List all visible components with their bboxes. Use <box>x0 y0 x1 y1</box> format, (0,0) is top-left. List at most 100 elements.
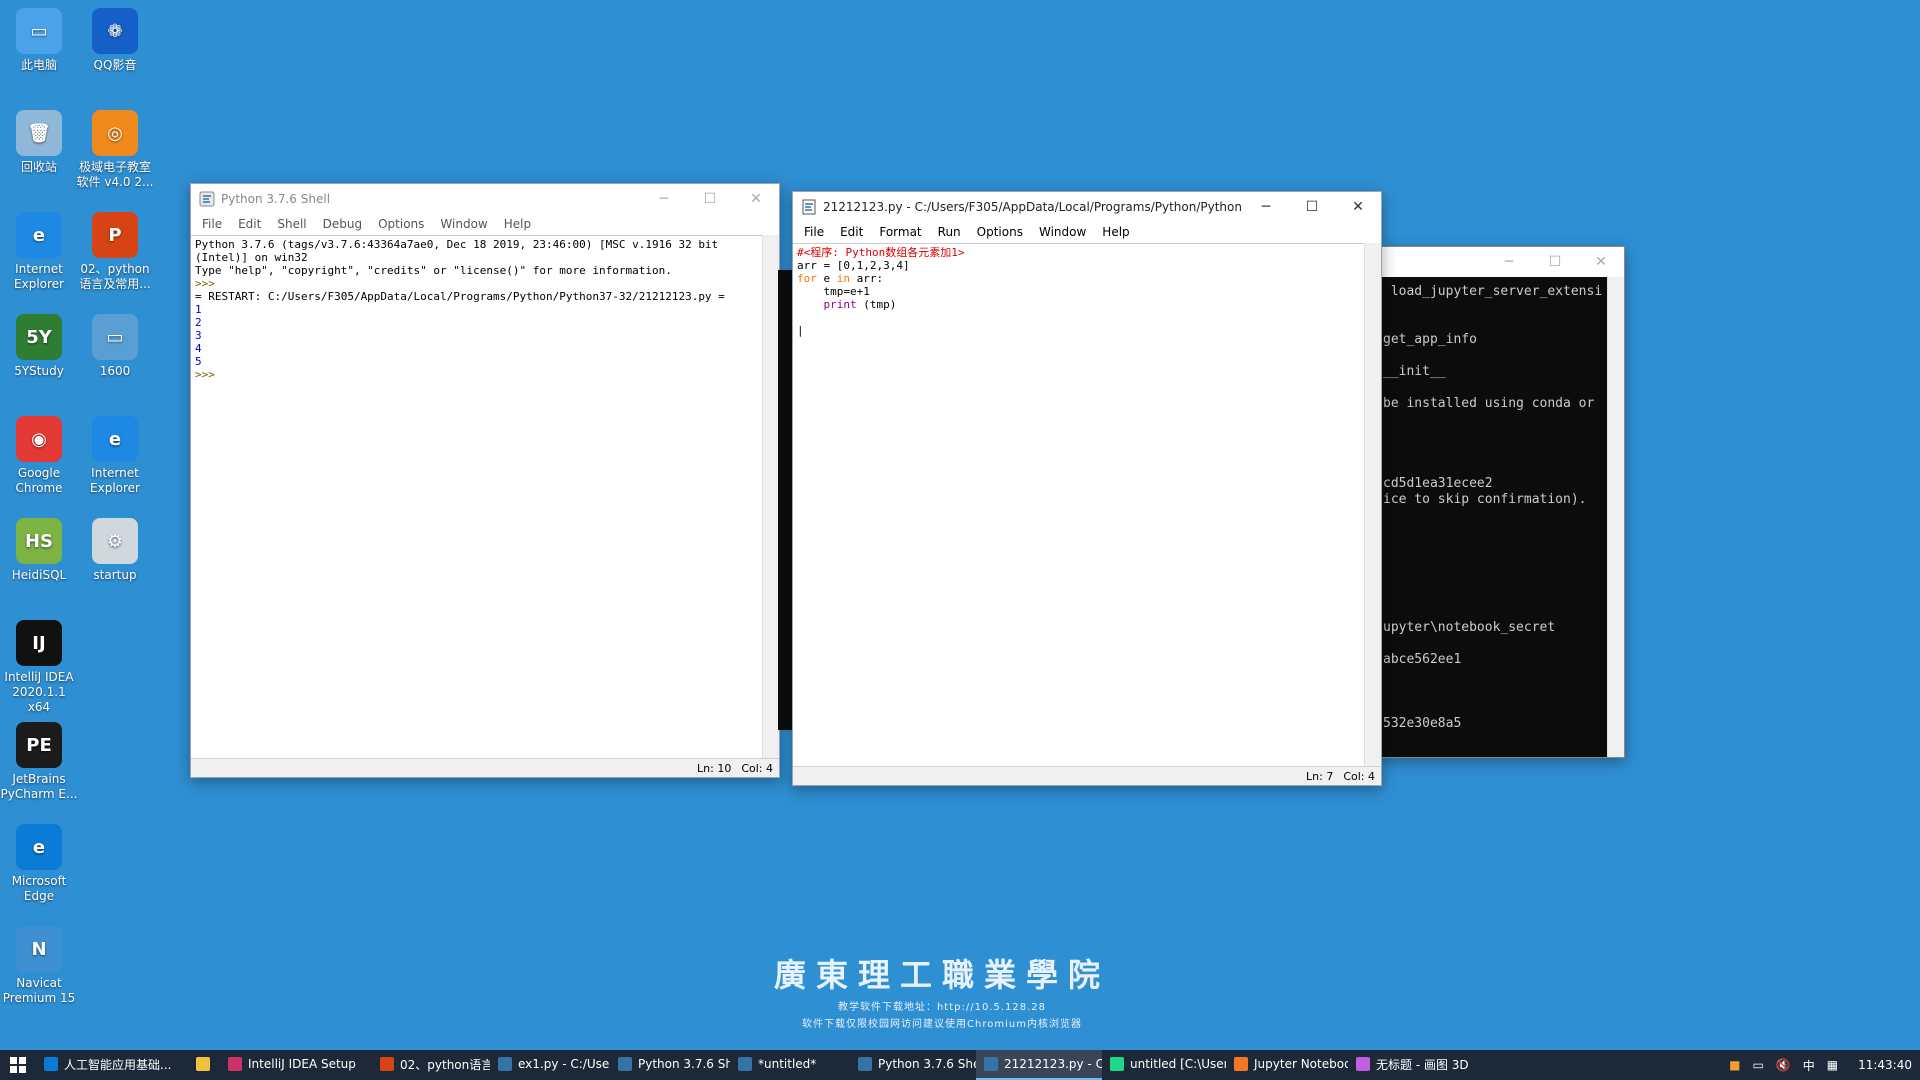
editor-statusbar: Ln: 7 Col: 4 <box>793 766 1381 785</box>
console-window[interactable]: ─ ☐ ✕ load_jupyter_server_extensi get_app… <box>1380 246 1625 758</box>
taskbar-app-icon <box>44 1057 58 1071</box>
desktop-icon[interactable]: ⚙ startup <box>76 518 154 583</box>
close-button[interactable]: ✕ <box>733 184 779 214</box>
menu-file[interactable]: File <box>796 225 832 239</box>
desktop-icon[interactable]: ▭ 1600 <box>76 314 154 379</box>
taskbar-item[interactable]: IntelliJ IDEA Setup <box>220 1050 372 1080</box>
ime-indicator[interactable]: 中 <box>1803 1057 1815 1074</box>
close-button[interactable]: ✕ <box>1578 247 1624 277</box>
code-line: tmp=e+1 <box>797 285 870 298</box>
desktop-icon[interactable]: e Internet Explorer <box>76 416 154 496</box>
menu-shell[interactable]: Shell <box>269 217 314 231</box>
code-line: for e in arr: <box>797 272 1361 285</box>
shell-output-line: 3 <box>195 329 202 342</box>
taskbar-app-icon <box>618 1057 632 1071</box>
taskbar-item[interactable]: Jupyter Notebook <box>1226 1050 1348 1080</box>
menu-help[interactable]: Help <box>1094 225 1137 239</box>
editor-titlebar[interactable]: 21212123.py - C:/Users/F305/AppData/Loca… <box>793 192 1381 222</box>
code-token: e <box>816 272 837 285</box>
console-line: ice to skip confirmation). <box>1383 492 1587 507</box>
minimize-button[interactable]: ─ <box>1243 192 1289 222</box>
editor-scrollbar[interactable] <box>1364 243 1381 766</box>
clock[interactable]: 11:43:40 <box>1858 1058 1912 1072</box>
desktop-icon[interactable]: P 02、python语言及常用... <box>76 212 154 292</box>
menu-window[interactable]: Window <box>432 217 495 231</box>
desktop-icon[interactable]: IJ IntelliJ IDEA 2020.1.1 x64 <box>0 620 78 715</box>
editor-window[interactable]: 21212123.py - C:/Users/F305/AppData/Loca… <box>792 191 1382 786</box>
desktop-icon[interactable]: N Navicat Premium 15 <box>0 926 78 1006</box>
tray-app-icon[interactable]: ■ <box>1729 1058 1740 1072</box>
console-scrollbar[interactable] <box>1607 277 1624 757</box>
close-button[interactable]: ✕ <box>1335 192 1381 222</box>
taskbar-item[interactable] <box>188 1050 220 1080</box>
desktop-icon[interactable]: ◎ 极域电子教室软件 v4.0 2... <box>76 110 154 190</box>
python-shell-window[interactable]: Python 3.7.6 Shell ─ ☐ ✕ File Edit Shell… <box>190 183 780 778</box>
desktop-icon[interactable]: e Internet Explorer <box>0 212 78 292</box>
menu-run[interactable]: Run <box>930 225 969 239</box>
taskbar-item[interactable]: 人工智能应用基础... <box>36 1050 188 1080</box>
desktop-icon[interactable]: ❁ QQ影音 <box>76 8 154 73</box>
desktop-icon[interactable]: e Microsoft Edge <box>0 824 78 904</box>
taskbar: 人工智能应用基础... IntelliJ IDEA Setup 02、python语… <box>0 1050 1920 1080</box>
windows-icon <box>10 1057 26 1073</box>
taskbar-item-label: IntelliJ IDEA Setup <box>248 1057 356 1071</box>
menu-help[interactable]: Help <box>496 217 539 231</box>
shell-titlebar[interactable]: Python 3.7.6 Shell ─ ☐ ✕ <box>191 184 779 214</box>
taskbar-item[interactable]: untitled [C:\Users... <box>1102 1050 1226 1080</box>
minimize-button[interactable]: ─ <box>641 184 687 214</box>
desktop-icon[interactable]: HS HeidiSQL <box>0 518 78 583</box>
taskbar-item-label: ex1.py - C:/Users/... <box>518 1057 610 1071</box>
menu-edit[interactable]: Edit <box>832 225 871 239</box>
taskbar-item[interactable]: Python 3.7.6 Shell <box>850 1050 976 1080</box>
taskbar-item-label: 21212123.py - C:/... <box>1004 1057 1102 1071</box>
console-output: load_jupyter_server_extensi get_app_info _… <box>1381 277 1608 757</box>
desktop-icon[interactable]: 5Y 5YStudy <box>0 314 78 379</box>
shell-scrollbar[interactable] <box>762 235 779 758</box>
taskbar-item[interactable]: 21212123.py - C:/... <box>976 1050 1102 1080</box>
desktop-icon[interactable]: ◉ Google Chrome <box>0 416 78 496</box>
taskbar-app-icon <box>1234 1057 1248 1071</box>
desktop-icon[interactable]: ▭ 此电脑 <box>0 8 78 73</box>
taskbar-item-label: 无标题 - 画图 3D <box>1376 1057 1468 1072</box>
maximize-button[interactable]: ☐ <box>1532 247 1578 277</box>
desktop-icon-label: Internet Explorer <box>14 262 64 291</box>
school-watermark: 廣東理工職業學院 教学软件下载地址：http://10.5.128.28 软件下… <box>752 950 1132 1030</box>
taskbar-item[interactable]: 无标题 - 画图 3D <box>1348 1050 1468 1080</box>
menu-options[interactable]: Options <box>370 217 432 231</box>
keyboard-grid-icon[interactable]: ▦ <box>1827 1058 1838 1072</box>
status-column: Col: 4 <box>1343 769 1375 783</box>
network-icon[interactable]: ▭ <box>1752 1058 1763 1072</box>
menu-debug[interactable]: Debug <box>315 217 370 231</box>
maximize-button[interactable]: ☐ <box>1289 192 1335 222</box>
code-token: (tmp) <box>856 298 897 311</box>
code-editor[interactable]: #<程序: Python数组各元素加1> arr = [0,1,2,3,4] for… <box>793 243 1365 766</box>
taskbar-item-label: Python 3.7.6 Shell <box>638 1057 730 1071</box>
console-titlebar[interactable]: ─ ☐ ✕ <box>1381 247 1624 277</box>
taskbar-item[interactable]: *untitled* <box>730 1050 850 1080</box>
console-line: get_app_info <box>1383 332 1477 347</box>
maximize-button[interactable]: ☐ <box>687 184 733 214</box>
taskbar-app-icon <box>738 1057 752 1071</box>
menu-window[interactable]: Window <box>1031 225 1094 239</box>
taskbar-item[interactable]: 02、python语言及... <box>372 1050 490 1080</box>
desktop-icon[interactable]: PE JetBrains PyCharm E... <box>0 722 78 802</box>
taskbar-item[interactable]: ex1.py - C:/Users/... <box>490 1050 610 1080</box>
start-button[interactable] <box>0 1050 36 1080</box>
menu-options[interactable]: Options <box>969 225 1031 239</box>
status-line: Ln: 10 <box>697 761 732 775</box>
taskbar-app-icon <box>228 1057 242 1071</box>
desktop-icon-label: 1600 <box>99 364 131 378</box>
volume-muted-icon[interactable]: 🔇 <box>1776 1058 1791 1072</box>
taskbar-item[interactable]: Python 3.7.6 Shell <box>610 1050 730 1080</box>
menu-edit[interactable]: Edit <box>230 217 269 231</box>
code-comment: #<程序: Python数组各元素加1> <box>797 246 965 259</box>
desktop-icon[interactable]: 🗑 回收站 <box>0 110 78 175</box>
menu-file[interactable]: File <box>194 217 230 231</box>
menu-format[interactable]: Format <box>871 225 929 239</box>
minimize-button[interactable]: ─ <box>1486 247 1532 277</box>
shell-output-area[interactable]: Python 3.7.6 (tags/v3.7.6:43364a7ae0, De… <box>191 235 763 758</box>
